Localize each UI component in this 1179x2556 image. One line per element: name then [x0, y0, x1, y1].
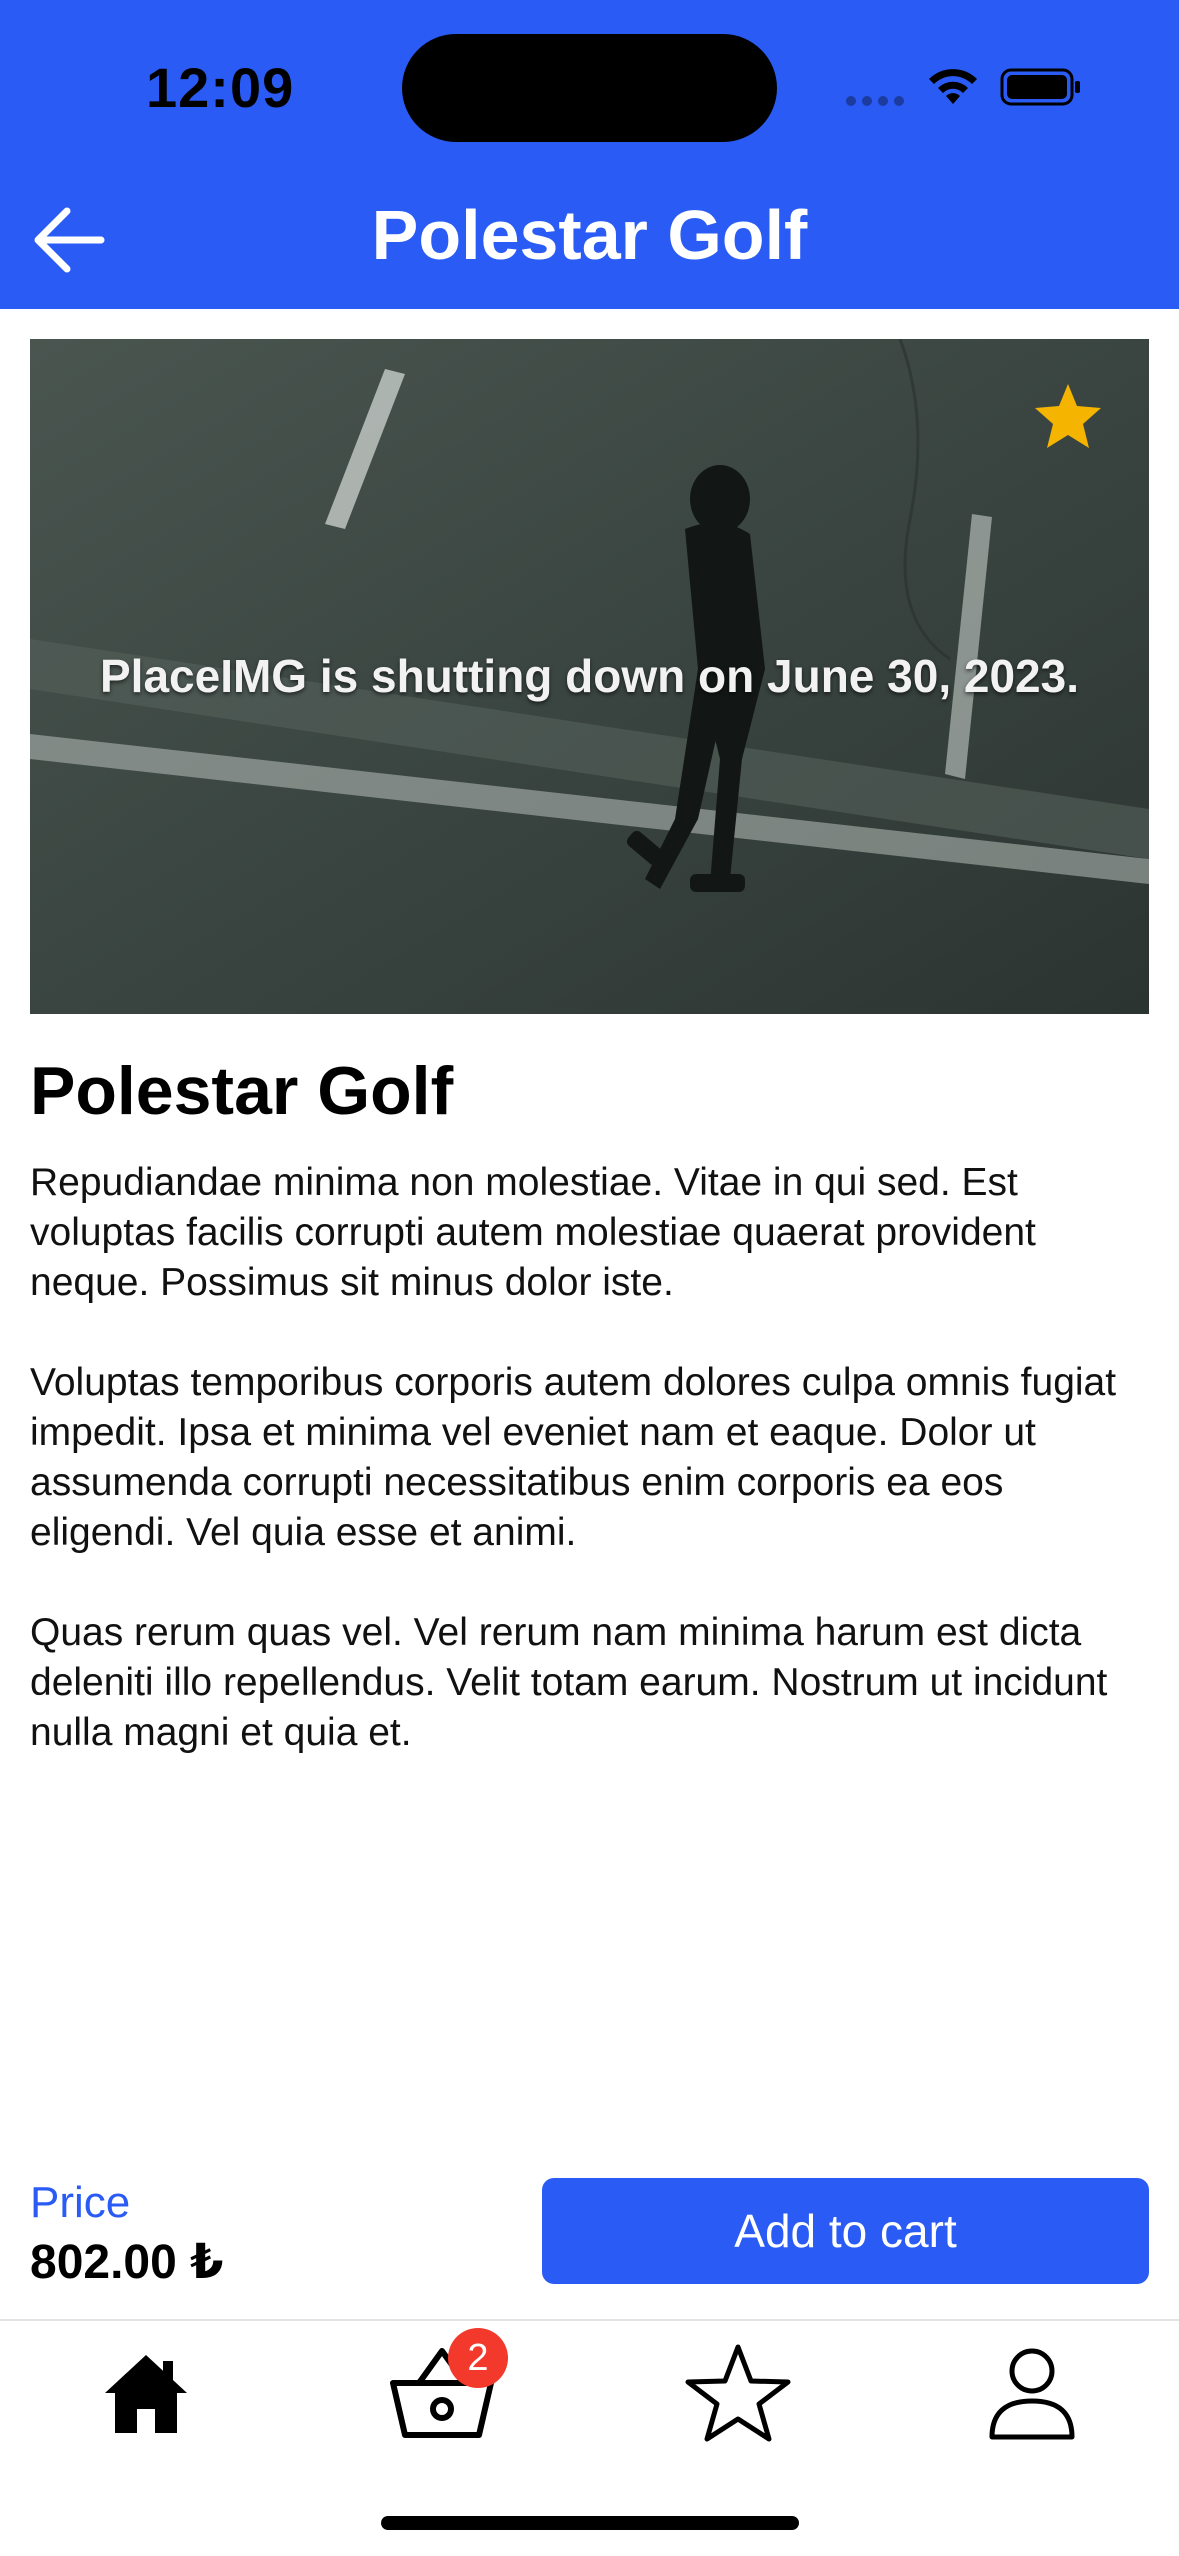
price-label: Price: [30, 2178, 131, 2227]
description-paragraph: Voluptas temporibus corporis autem dolor…: [30, 1361, 1117, 1554]
page-title: Polestar Golf: [371, 196, 808, 274]
app-header: 12:09 Polestar Golf: [0, 0, 1179, 309]
add-to-cart-button[interactable]: Add to cart: [542, 2178, 1149, 2284]
dynamic-island: [402, 34, 777, 142]
wifi-icon: [929, 69, 977, 104]
price-value: 802.00 ₺: [30, 2236, 224, 2289]
tab-home[interactable]: [86, 2338, 206, 2448]
cellular-signal-icon: [846, 96, 906, 106]
image-notice-text: PlaceIMG is shutting down on June 30, 20…: [99, 650, 1079, 702]
favorite-star-icon[interactable]: [1032, 380, 1104, 452]
description-paragraph: Repudiandae minima non molestiae. Vitae …: [30, 1161, 1036, 1304]
tab-favorites[interactable]: [678, 2338, 798, 2448]
product-image: PlaceIMG is shutting down on June 30, 20…: [30, 339, 1149, 1014]
star-icon: [685, 2344, 791, 2442]
home-icon: [105, 2355, 187, 2433]
tabbar-divider: [0, 2319, 1179, 2321]
tab-profile[interactable]: [972, 2338, 1092, 2448]
product-title: Polestar Golf: [30, 1053, 454, 1129]
home-indicator: [381, 2516, 799, 2530]
description-paragraph: Quas rerum quas vel. Vel rerum nam minim…: [30, 1611, 1108, 1754]
product-description: Repudiandae minima non molestiae. Vitae …: [30, 1158, 1149, 1808]
person-icon: [989, 2348, 1075, 2440]
battery-icon: [1000, 68, 1080, 106]
status-time: 12:09: [146, 56, 295, 119]
cart-badge: 2: [448, 2328, 508, 2388]
